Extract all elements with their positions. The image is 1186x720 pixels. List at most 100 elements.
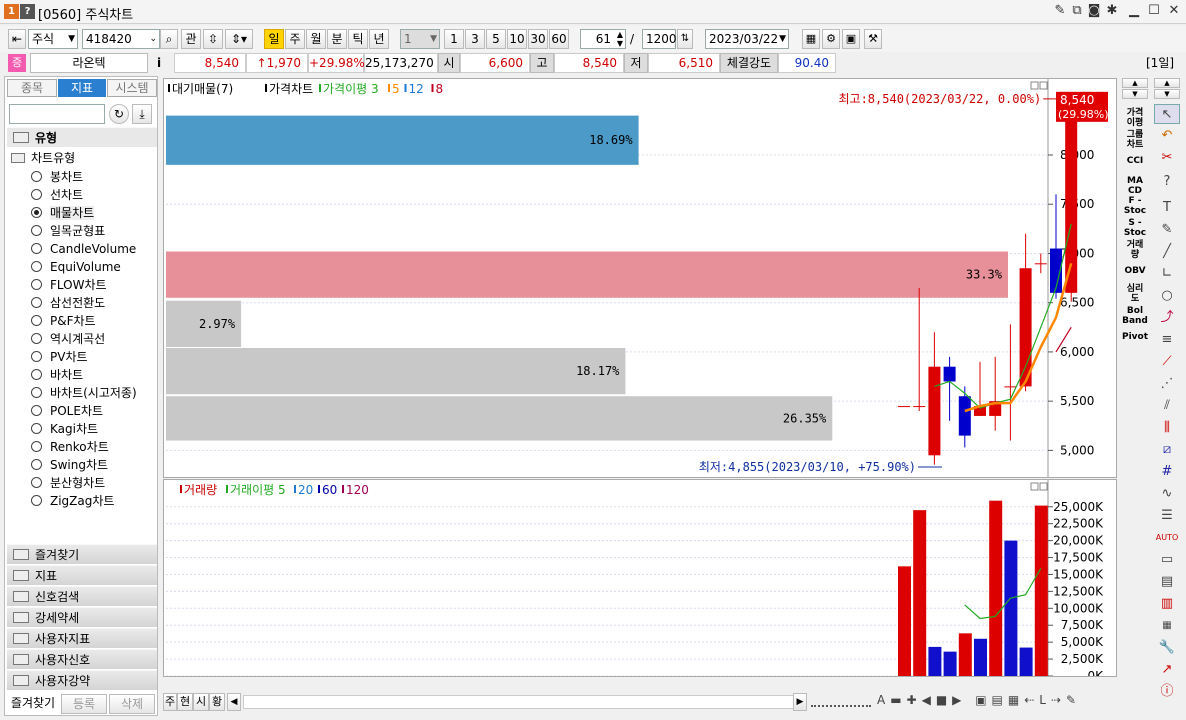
prev-stock-icon[interactable]: ⇤ (8, 29, 26, 49)
volume-chart-panel[interactable]: 25,000K 22,500K 20,000K 17,500K 15,000K 12,50… (163, 479, 1117, 677)
group-chart-shortcut[interactable]: 그룹 차트 (1120, 130, 1150, 150)
sort-icon[interactable]: ⇳ (203, 29, 223, 49)
wrench-icon[interactable]: 🔧 (1154, 638, 1180, 658)
period-2-button[interactable]: 월 (306, 29, 326, 49)
cursor-icon[interactable]: ↖ (1154, 104, 1180, 124)
market-select[interactable]: 주식 ▼ (28, 29, 78, 49)
gear-icon[interactable]: ⚙ (822, 29, 840, 49)
stock-name[interactable]: 라온텍 (30, 53, 148, 73)
link-icon[interactable]: ⧉ (1069, 3, 1085, 19)
chart-type-item[interactable]: 역시계곡선 (31, 330, 105, 348)
volume-shortcut[interactable]: 거래 량 (1120, 240, 1150, 260)
angle-icon[interactable]: ∟ (1154, 264, 1180, 284)
bar-chart-icon[interactable]: ▥ (1154, 594, 1180, 614)
legend-item[interactable]: 5 (392, 82, 400, 96)
volume-bar[interactable] (1004, 540, 1018, 676)
grid-tool-icon[interactable]: # (1154, 462, 1180, 482)
fan-icon[interactable]: ⋰ (1154, 374, 1180, 394)
scroll-down-icon[interactable]: ▼ (1122, 89, 1148, 99)
mode-si-button[interactable]: 시 (193, 693, 209, 711)
panel-close-icon[interactable] (1039, 482, 1048, 491)
legend-item[interactable]: 가격이평 3 (323, 82, 379, 96)
radio-icon[interactable] (31, 297, 42, 308)
text-tool-icon[interactable]: T (1154, 198, 1180, 218)
volume-bar[interactable] (974, 638, 987, 676)
refresh-icon[interactable]: ↻ (109, 104, 129, 124)
panel-maximize-icon[interactable] (1030, 482, 1039, 491)
chart-type-group[interactable]: 차트유형 (11, 149, 75, 166)
radio-icon[interactable] (31, 387, 42, 398)
volume-bar[interactable] (958, 633, 972, 676)
legend-item[interactable]: 120 (346, 483, 369, 497)
radio-icon[interactable] (31, 243, 42, 254)
date-input[interactable]: 2023/03/22 ▼ (705, 29, 789, 49)
mode-hyeon-button[interactable]: 현 (177, 693, 193, 711)
cycle-icon[interactable]: ⫼ (1154, 418, 1180, 438)
volume-bar[interactable] (913, 510, 927, 676)
period-3-button[interactable]: 분 (327, 29, 347, 49)
interval-select[interactable]: 1 ▼ (400, 29, 440, 49)
gwan-button[interactable]: 관 (181, 29, 201, 49)
radio-icon[interactable] (31, 441, 42, 452)
screen-code-icon[interactable]: 1 (4, 4, 19, 19)
folder-row[interactable]: 사용자강약 (7, 670, 157, 690)
settings-icon[interactable]: ✱ (1104, 3, 1120, 19)
macd-shortcut[interactable]: MA CD (1120, 176, 1150, 196)
legend-item[interactable]: 거래이평 5 (230, 483, 286, 497)
radio-icon[interactable] (31, 261, 42, 272)
search-icon[interactable]: ⌕ (160, 29, 178, 49)
brush-icon[interactable]: ✎ (1154, 220, 1180, 240)
quick-interval-5-button[interactable]: 60 (549, 29, 569, 49)
candle-body[interactable] (958, 396, 971, 436)
candle-body[interactable] (943, 366, 956, 382)
radio-icon[interactable] (31, 207, 42, 218)
minimize-icon[interactable]: ▁ (1126, 3, 1142, 19)
info-icon[interactable]: i (152, 53, 166, 73)
scroll-right-icon[interactable]: ▶ (793, 693, 807, 711)
candle-body[interactable] (1034, 263, 1047, 265)
chart-type-item[interactable]: 매물차트 (31, 204, 95, 222)
table-icon[interactable]: ▦ (1154, 616, 1180, 636)
scroll-up-icon[interactable]: ▲ (1122, 78, 1148, 88)
circle-icon[interactable]: ○ (1154, 286, 1180, 306)
document-icon[interactable]: ▤ (1154, 572, 1180, 592)
volume-profile-bar[interactable] (166, 396, 833, 441)
favorites-button[interactable]: 즐겨찾기 (7, 694, 59, 712)
radio-icon[interactable] (31, 225, 42, 236)
volume-bar[interactable] (943, 651, 957, 676)
level-icon[interactable]: ☰ (1154, 506, 1180, 526)
chart-type-item[interactable]: Renko차트 (31, 438, 109, 456)
indicator-search-input[interactable] (9, 104, 105, 124)
help-tool-icon[interactable]: ? (1154, 172, 1180, 192)
legend-item[interactable]: 가격차트 (269, 82, 313, 96)
legend-item[interactable]: 8 (436, 82, 444, 96)
mode-ju-button[interactable]: 주 (163, 693, 177, 711)
radio-icon[interactable] (31, 405, 42, 416)
maximize-icon[interactable]: ☐ (1146, 3, 1162, 19)
radio-icon[interactable] (31, 189, 42, 200)
chart-type-item[interactable]: POLE차트 (31, 402, 103, 420)
chart-type-item[interactable]: PV차트 (31, 348, 88, 366)
chart-type-item[interactable]: 선차트 (31, 186, 83, 204)
range-icon[interactable]: ⇅ (677, 29, 693, 49)
section-type[interactable]: 유형 (7, 127, 157, 147)
sstoc-shortcut[interactable]: S - Stoc (1120, 218, 1150, 238)
radio-icon[interactable] (31, 351, 42, 362)
candle-body[interactable] (928, 366, 941, 456)
price-chart-svg[interactable]: 8,0007,5007,0006,5006,0005,5005,00018.69… (164, 79, 1116, 477)
tools-scroll-up-icon[interactable]: ▲ (1154, 78, 1180, 88)
folder-row[interactable]: 즐겨찾기 (7, 544, 157, 564)
tab-system[interactable]: 시스템 (107, 79, 157, 97)
chart-type-item[interactable]: 일목균형표 (31, 222, 105, 240)
quick-interval-1-button[interactable]: 3 (465, 29, 485, 49)
scrollbar-track[interactable] (243, 695, 803, 709)
total-input[interactable]: 1200 (642, 29, 677, 49)
delete-button[interactable]: 삭제 (109, 694, 155, 714)
memo-icon[interactable]: ✎ (1052, 3, 1068, 19)
psych-shortcut[interactable]: 심리 도 (1120, 284, 1150, 304)
panel-close-icon[interactable] (1039, 81, 1048, 90)
legend-item[interactable]: 60 (322, 483, 337, 497)
legend-item[interactable]: 거래량 (184, 483, 217, 497)
chart-icon[interactable]: ▦ (802, 29, 820, 49)
channel-icon[interactable]: ⧄ (1154, 440, 1180, 460)
